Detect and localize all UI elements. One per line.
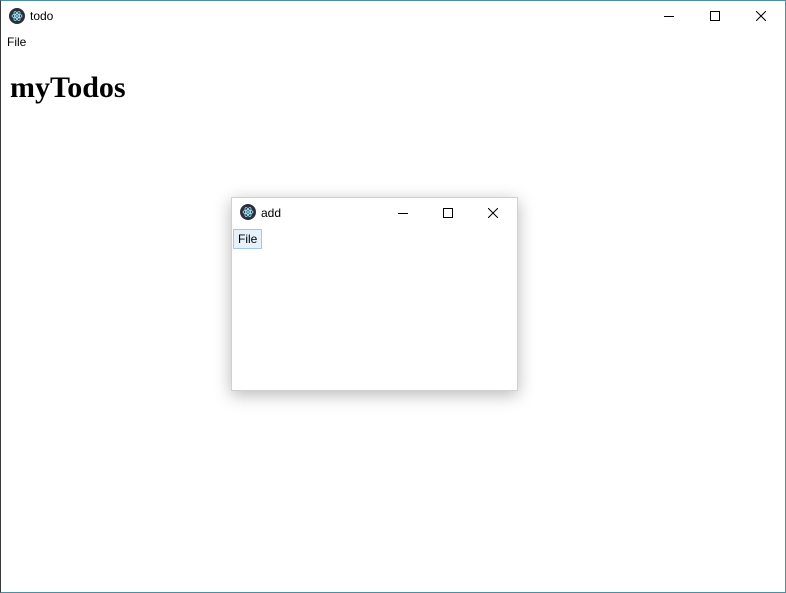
page-title: myTodos [10,71,126,104]
electron-app-icon [9,8,25,24]
maximize-button[interactable] [692,1,738,31]
dialog-close-button[interactable] [470,198,516,228]
dialog-titlebar[interactable]: add [232,198,517,228]
maximize-icon [443,208,453,218]
minimize-button[interactable] [646,1,692,31]
dialog-menubar: File [232,228,517,249]
dialog-window-title: add [261,206,282,220]
dialog-menu-file[interactable]: File [233,229,263,249]
close-icon [756,11,766,21]
menu-file[interactable]: File [3,32,30,52]
close-button[interactable] [738,1,784,31]
minimize-icon [398,213,408,214]
add-dialog-window: add File [231,197,518,391]
main-menubar: File [1,31,785,51]
electron-app-icon [240,204,256,220]
main-window-title: todo [30,9,54,23]
dialog-minimize-button[interactable] [380,198,426,228]
dialog-maximize-button[interactable] [425,198,471,228]
main-titlebar[interactable]: todo [1,1,785,31]
maximize-icon [710,11,720,21]
close-icon [488,208,498,218]
minimize-icon [664,16,674,17]
